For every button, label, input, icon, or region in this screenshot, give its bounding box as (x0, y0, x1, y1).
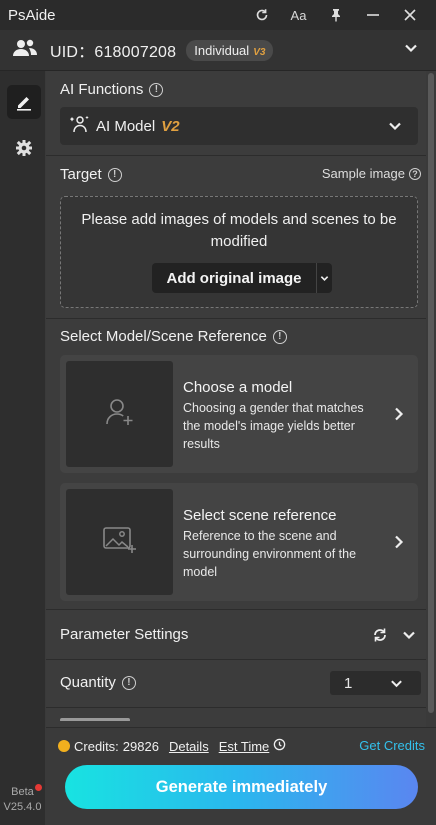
chevron-down-icon[interactable] (317, 263, 332, 293)
clock-icon (273, 738, 286, 754)
credits-value: 29826 (122, 738, 159, 754)
add-original-image-label[interactable]: Add original image (152, 263, 317, 293)
choose-model-card[interactable]: Choose a model Choosing a gender that ma… (60, 355, 418, 473)
help-icon: ? (409, 167, 421, 180)
version-info: Beta V25.4.0 (0, 784, 45, 815)
font-size-icon[interactable]: Aa (280, 0, 317, 30)
user-id: UID：618007208 (50, 44, 177, 61)
version-number: V25.4.0 (3, 801, 42, 813)
plan-version: V3 (253, 46, 266, 58)
ai-functions-section: AI Functions ! AI Model V2 (46, 71, 426, 156)
scene-thumbnail (66, 489, 173, 595)
chevron-right-icon (394, 535, 404, 554)
pin-icon[interactable] (317, 0, 354, 30)
ai-functions-label: AI Functions (60, 81, 144, 98)
reference-section: Select Model/Scene Reference ! Choose a … (46, 319, 426, 610)
info-icon[interactable]: ! (107, 167, 122, 182)
parameter-settings-label: Parameter Settings (60, 626, 189, 643)
add-person-icon (104, 396, 136, 433)
footer: Credits: 29826 Details Est Time Get Cred… (46, 727, 436, 825)
refresh-icon[interactable] (243, 0, 280, 30)
scene-reference-card[interactable]: Select scene reference Reference to the … (60, 483, 418, 601)
credits-row: Credits: 29826 Details Est Time (58, 738, 286, 754)
edit-icon[interactable] (7, 85, 41, 119)
close-icon[interactable] (391, 0, 428, 30)
scene-reference-title: Select scene reference (183, 507, 337, 524)
ai-function-selected: AI Model (96, 117, 156, 135)
settings-icon[interactable] (7, 131, 41, 165)
title-bar: PsAide Aa (0, 0, 436, 30)
user-bar: UID：618007208 Individual V3 (0, 30, 436, 71)
info-icon[interactable]: ! (149, 82, 164, 97)
sample-image-label: Sample image (321, 166, 405, 181)
parameter-settings-section[interactable]: Parameter Settings (46, 610, 426, 660)
target-section: Target ! Sample image ? Please add image… (46, 156, 426, 319)
scrollbar-thumb[interactable] (428, 73, 434, 713)
add-original-image-button[interactable]: Add original image (152, 263, 332, 293)
get-credits-link[interactable]: Get Credits (359, 738, 425, 753)
main-panel: AI Functions ! AI Model V2 Target ! Samp… (46, 71, 426, 727)
sidebar: Beta V25.4.0 (0, 71, 45, 825)
choose-model-title: Choose a model (183, 379, 293, 396)
generate-button[interactable]: Generate immediately (65, 765, 418, 809)
sample-image-link[interactable]: Sample image ? (322, 166, 421, 181)
chevron-down-icon[interactable] (404, 41, 418, 60)
reference-label-row: Select Model/Scene Reference ! (60, 328, 287, 345)
quantity-label-row: Quantity ! (60, 674, 136, 691)
ai-model-icon (69, 114, 90, 139)
model-thumbnail (66, 361, 173, 467)
target-label: Target (60, 166, 102, 183)
clipped-row-label (60, 715, 140, 721)
reference-label: Select Model/Scene Reference (60, 328, 267, 345)
coin-icon (58, 740, 70, 752)
info-icon[interactable]: ! (272, 329, 287, 344)
ai-function-select[interactable]: AI Model V2 (60, 107, 418, 145)
quantity-section: Quantity ! 1 (46, 660, 426, 708)
quantity-label: Quantity (60, 674, 116, 691)
target-label-row: Target ! (60, 166, 122, 183)
reset-icon[interactable] (372, 627, 388, 648)
credits-label: Credits: (74, 738, 119, 754)
quantity-select[interactable]: 1 (330, 671, 421, 695)
quantity-value: 1 (344, 674, 353, 692)
chevron-down-icon (390, 677, 403, 694)
choose-model-description: Choosing a gender that matches the model… (183, 401, 364, 451)
chevron-down-icon (388, 119, 402, 138)
image-dropzone[interactable]: Please add images of models and scenes t… (60, 196, 418, 308)
minimize-icon[interactable] (354, 0, 391, 30)
plan-badge: Individual V3 (186, 39, 274, 61)
update-dot (35, 784, 42, 791)
chevron-down-icon[interactable] (402, 628, 416, 647)
chevron-right-icon (394, 407, 404, 426)
next-setting-row (46, 708, 426, 727)
users-icon (12, 38, 38, 63)
scrollbar[interactable] (426, 71, 436, 727)
dropzone-message: Please add images of models and scenes t… (81, 211, 397, 250)
scene-reference-description: Reference to the scene and surrounding e… (183, 529, 357, 579)
ai-functions-label-row: AI Functions ! (60, 81, 164, 98)
info-icon[interactable]: ! (121, 675, 136, 690)
window-controls: Aa (243, 0, 428, 30)
plan-name: Individual (194, 42, 250, 58)
ai-function-version: V2 (161, 117, 180, 135)
app-title: PsAide (8, 6, 56, 24)
est-time-link[interactable]: Est Time (219, 739, 270, 754)
add-image-icon (102, 525, 138, 560)
details-link[interactable]: Details (169, 739, 209, 754)
